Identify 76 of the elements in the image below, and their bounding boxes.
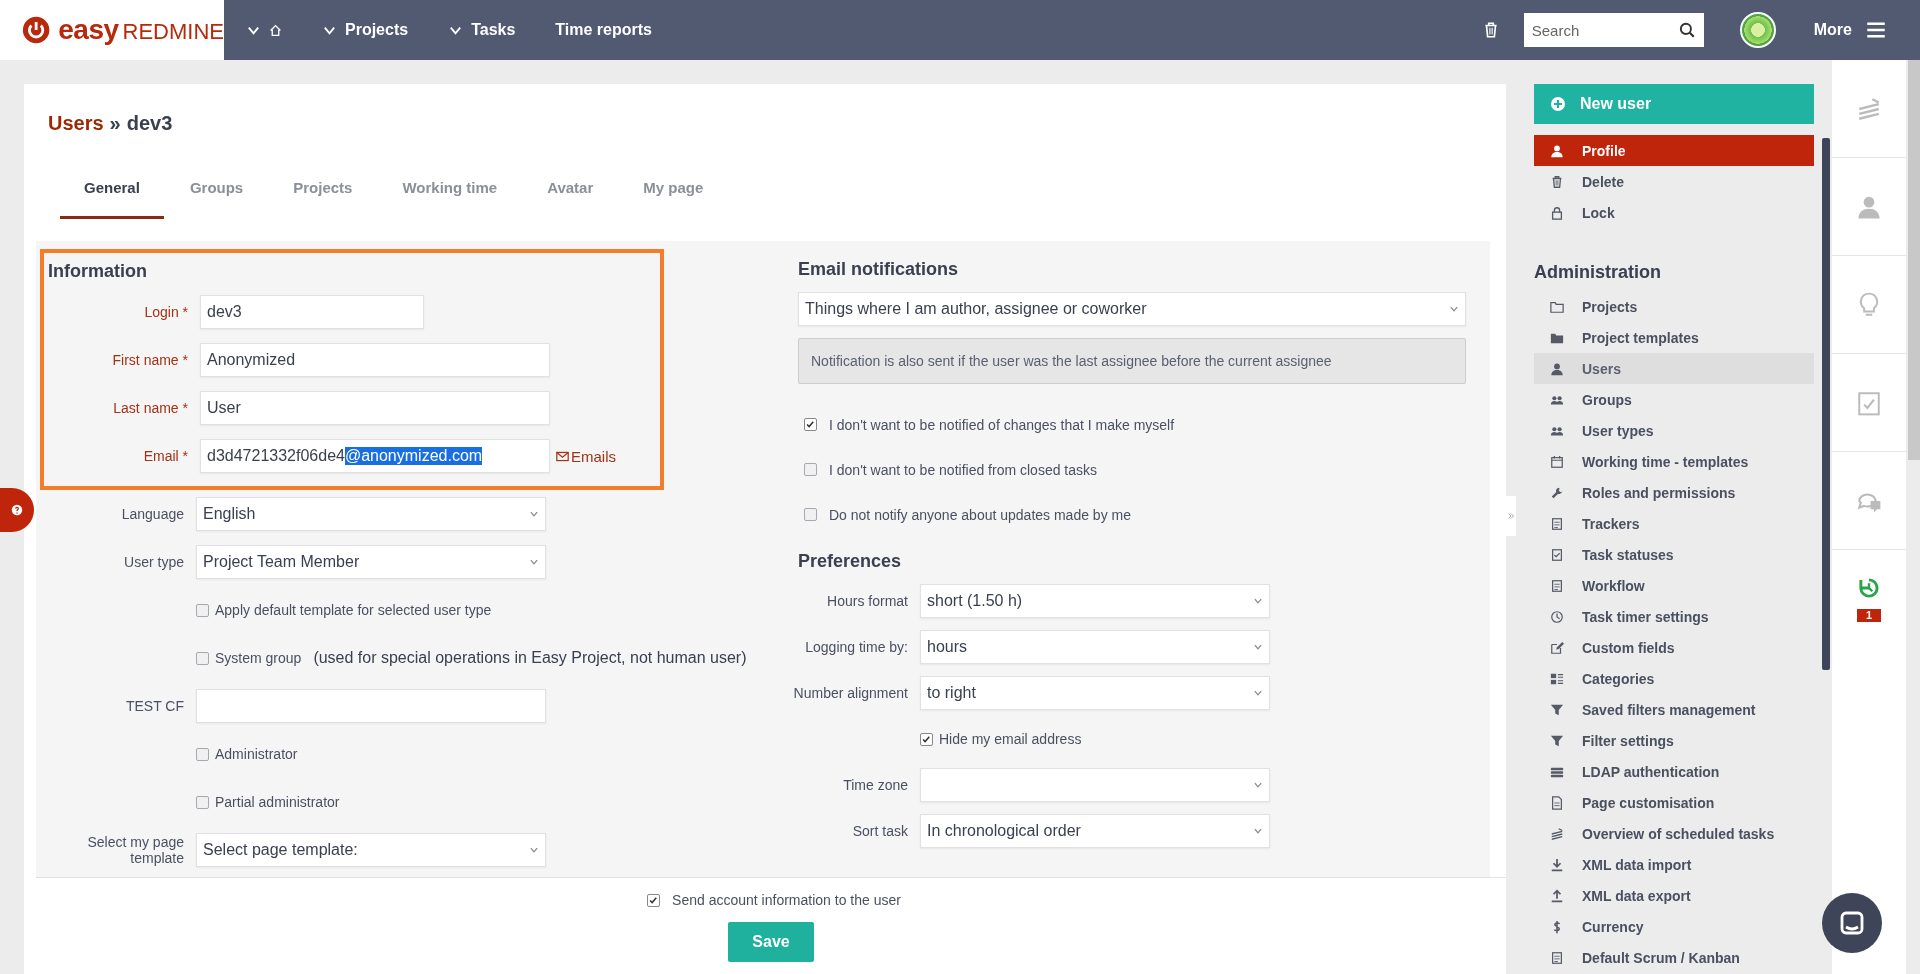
count-badge: 1: [1856, 609, 1882, 622]
field-note: (used for special operations in Easy Project, not human user): [313, 649, 747, 667]
sidebar-action[interactable]: Lock: [1534, 197, 1814, 228]
checkbox-label: I don't want to be notified from closed tasks: [829, 461, 1098, 478]
field-label: Sort task: [852, 823, 908, 839]
sidebar-item[interactable]: Custom fields: [1534, 632, 1814, 663]
checkbox-label: Partial administrator: [215, 794, 340, 810]
select-field[interactable]: Project Team Member: [196, 545, 546, 579]
section-heading: Information: [48, 260, 148, 283]
select-field[interactable]: short (1.50 h): [920, 584, 1270, 618]
search-field[interactable]: Search: [1523, 13, 1704, 47]
nav-link[interactable]: Tasks: [448, 21, 516, 39]
text-field[interactable]: User: [200, 391, 550, 425]
sidebar-item[interactable]: Workflow: [1534, 570, 1814, 601]
field-label: Number alignment: [793, 685, 908, 701]
field-label: Logging time by:: [805, 639, 908, 655]
field-label: Login *: [144, 304, 188, 320]
select-field[interactable]: In chronological order: [920, 814, 1270, 848]
sidebar-item[interactable]: XML data export: [1534, 880, 1814, 911]
breadcrumb-separator: »: [109, 112, 121, 135]
sidebar-item[interactable]: Project templates: [1534, 322, 1814, 353]
sidebar-heading: Administration: [1534, 262, 1662, 283]
sidebar-item[interactable]: Categories: [1534, 663, 1814, 694]
checkbox-label: Administrator: [215, 746, 298, 762]
sidebar-item[interactable]: Currency: [1534, 911, 1814, 942]
text-field[interactable]: Anonymized: [200, 343, 550, 377]
select-field[interactable]: hours: [920, 630, 1270, 664]
section-heading: Email notifications: [798, 258, 960, 281]
page-title: dev3: [126, 112, 173, 135]
field-label: Language: [121, 506, 184, 522]
field-label: Hours format: [827, 593, 908, 609]
checkbox-label: System group: [215, 650, 302, 666]
sidebar-item[interactable]: Saved filters management: [1534, 694, 1814, 725]
sidebar-action[interactable]: Profile: [1534, 135, 1814, 166]
sidebar-action[interactable]: Delete: [1534, 166, 1814, 197]
nav-link[interactable]: Projects: [322, 21, 409, 39]
sidebar-item[interactable]: Task timer settings: [1534, 601, 1814, 632]
more-menu-button[interactable]: More: [1813, 20, 1886, 40]
sidebar-item[interactable]: Page customisation: [1534, 787, 1814, 818]
sidebar-item[interactable]: Projects: [1534, 291, 1814, 322]
sidebar-item[interactable]: Roles and permissions: [1534, 477, 1814, 508]
checkbox-label: Apply default template for selected user type: [215, 602, 492, 618]
checkbox-label: Hide my email address: [939, 731, 1082, 747]
sidebar-item[interactable]: Working time - templates: [1534, 446, 1814, 477]
checkbox-label: I don't want to be notified of changes that I make myself: [829, 416, 1175, 433]
section-heading: Preferences: [798, 550, 903, 573]
text-field[interactable]: dev3: [200, 295, 424, 329]
field-label: Time zone: [843, 777, 908, 793]
sidebar-item[interactable]: Default Scrum / Kanban: [1534, 942, 1814, 973]
breadcrumb-link[interactable]: Users: [48, 112, 104, 135]
sidebar-item[interactable]: XML data import: [1534, 849, 1814, 880]
checkbox-label: Send account information to the user: [672, 892, 901, 908]
field-label: Last name *: [113, 400, 188, 416]
field-label: Select my page template: [87, 834, 184, 866]
select-field[interactable]: to right: [920, 676, 1270, 710]
nav-link[interactable]: Time reports: [555, 21, 652, 39]
tab[interactable]: General: [60, 179, 164, 219]
select-field[interactable]: Select page template:: [196, 833, 546, 867]
field-label: Email *: [143, 448, 188, 464]
sidebar-item[interactable]: Overview of scheduled tasks: [1534, 818, 1814, 849]
emails-link[interactable]: Emails: [556, 447, 616, 465]
sidebar-item[interactable]: Groups: [1534, 384, 1814, 415]
field-label: First name *: [112, 352, 188, 368]
field-label: User type: [124, 554, 184, 570]
sidebar-item[interactable]: Users: [1534, 353, 1814, 384]
info-note: Notification is also sent if the user was the last assignee before the current assignee: [798, 338, 1466, 384]
checkbox-label: Do not notify anyone about updates made by me: [829, 506, 1131, 523]
select-field[interactable]: Things where I am author, assignee or coworker: [798, 292, 1466, 326]
sidebar-item[interactable]: Task statuses: [1534, 539, 1814, 570]
sidebar-item[interactable]: User types: [1534, 415, 1814, 446]
field-label: TEST CF: [125, 698, 184, 714]
sidebar-item[interactable]: Filter settings: [1534, 725, 1814, 756]
sidebar-item[interactable]: LDAP authentication: [1534, 756, 1814, 787]
sidebar-item[interactable]: Trackers: [1534, 508, 1814, 539]
select-field[interactable]: English: [196, 497, 546, 531]
logo[interactable]: easy REDMINE: [0, 0, 224, 60]
